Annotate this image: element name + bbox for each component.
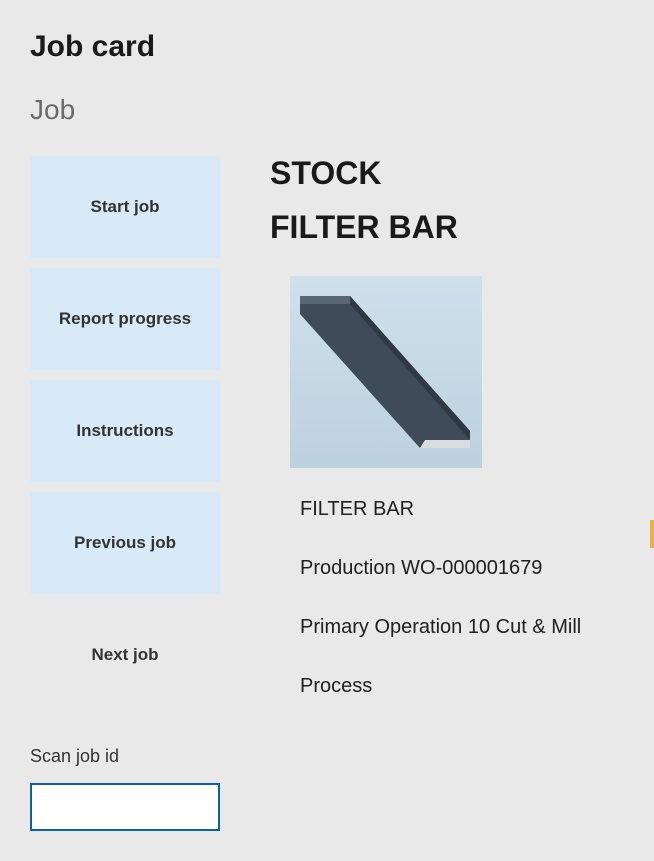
primary-operation: Primary Operation 10 Cut & Mill <box>300 616 624 639</box>
filter-bar-icon <box>290 276 482 468</box>
filter-bar-heading: FILTER BAR <box>270 209 624 246</box>
product-image <box>290 276 482 468</box>
scan-job-id-input[interactable] <box>30 783 220 831</box>
sidebar: Start job Report progress Instructions P… <box>30 156 220 831</box>
edge-marker <box>650 520 654 548</box>
previous-job-button[interactable]: Previous job <box>30 492 220 594</box>
page-title: Job card <box>30 30 624 64</box>
report-progress-button[interactable]: Report progress <box>30 268 220 370</box>
instructions-label: Instructions <box>76 421 173 441</box>
section-title: Job <box>30 94 624 126</box>
scan-job-id-label: Scan job id <box>30 746 220 767</box>
start-job-label: Start job <box>91 197 160 217</box>
next-job-label: Next job <box>91 645 158 665</box>
item-name: FILTER BAR <box>300 498 624 521</box>
instructions-button[interactable]: Instructions <box>30 380 220 482</box>
next-job-button[interactable]: Next job <box>30 604 220 706</box>
process-label: Process <box>300 675 624 698</box>
previous-job-label: Previous job <box>74 533 176 553</box>
report-progress-label: Report progress <box>59 309 191 329</box>
production-order: Production WO-000001679 <box>300 557 624 580</box>
stock-heading: STOCK <box>270 156 624 191</box>
main-content: STOCK FILTER BAR FILTER BAR Production W… <box>270 156 624 831</box>
start-job-button[interactable]: Start job <box>30 156 220 258</box>
